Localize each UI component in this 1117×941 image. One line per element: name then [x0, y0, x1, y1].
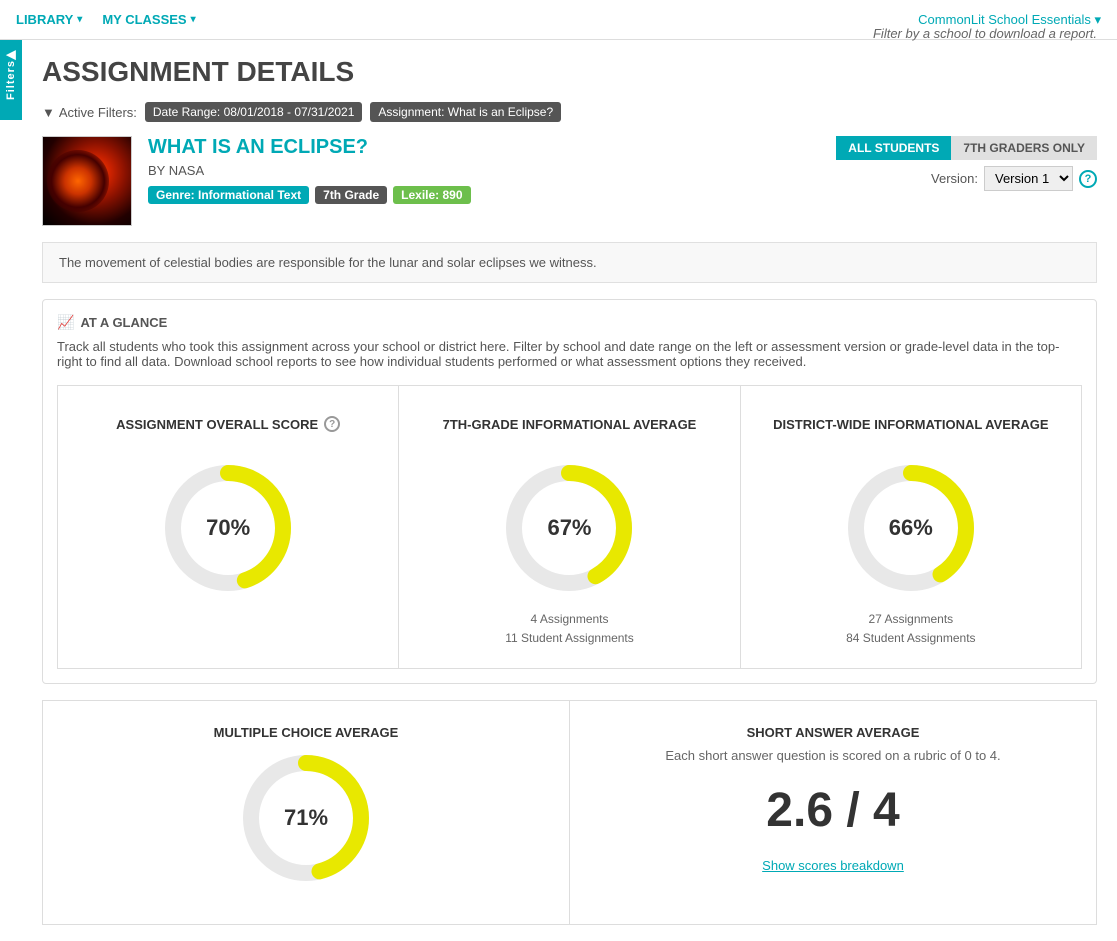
assignment-image	[42, 136, 132, 226]
donut-7th-grade-label: 67%	[547, 515, 591, 541]
score-card-overall: ASSIGNMENT OVERALL SCORE ? 70%	[58, 386, 399, 668]
nav-left: LIBRARY ▾ MY CLASSES ▾	[16, 12, 196, 27]
score-meta-district: 27 Assignments 84 Student Assignments	[757, 610, 1065, 648]
eclipse-thumbnail	[43, 137, 131, 225]
filter-tag-date[interactable]: Date Range: 08/01/2018 - 07/31/2021	[145, 102, 363, 122]
glance-header: 📈 AT A GLANCE	[57, 314, 1082, 331]
nav-my-classes[interactable]: MY CLASSES ▾	[102, 12, 195, 27]
short-answer-title: SHORT ANSWER AVERAGE	[586, 725, 1080, 740]
nav-my-classes-arrow: ▾	[191, 14, 196, 25]
active-filters-bar: ▼ Active Filters: Date Range: 08/01/2018…	[42, 102, 1097, 122]
score-meta-7th-grade: 4 Assignments 11 Student Assignments	[415, 610, 723, 648]
version-label: Version:	[931, 171, 978, 186]
filter-note: Filter by a school to download a report.	[873, 26, 1097, 41]
btn-all-students[interactable]: ALL STUDENTS	[836, 136, 951, 160]
student-filter-buttons: ALL STUDENTS 7TH GRADERS ONLY	[836, 136, 1097, 160]
donut-overall-label: 70%	[206, 515, 250, 541]
main-content: ASSIGNMENT DETAILS Filter by a school to…	[22, 40, 1117, 941]
active-filters-label: ▼ Active Filters:	[42, 105, 137, 120]
funnel-icon: ▼	[42, 105, 55, 120]
score-card-7th-grade: 7TH-GRADE INFORMATIONAL AVERAGE 67% 4 As…	[399, 386, 740, 668]
short-answer-score: 2.6 / 4	[586, 783, 1080, 838]
tag-genre: Genre: Informational Text	[148, 186, 309, 204]
score-card-7th-grade-title: 7TH-GRADE INFORMATIONAL AVERAGE	[415, 406, 723, 442]
nav-my-classes-label: MY CLASSES	[102, 12, 186, 27]
filter-tag-assignment[interactable]: Assignment: What is an Eclipse?	[370, 102, 561, 122]
version-row: Version: Version 1 ?	[931, 166, 1097, 191]
donut-multiple-choice: 71%	[236, 748, 376, 888]
show-scores-breakdown-link[interactable]: Show scores breakdown	[586, 858, 1080, 873]
multiple-choice-title: MULTIPLE CHOICE AVERAGE	[59, 725, 553, 740]
donut-7th-grade: 67%	[499, 458, 639, 598]
bottom-card-short-answer: SHORT ANSWER AVERAGE Each short answer q…	[570, 701, 1096, 924]
donut-overall: 70%	[158, 458, 298, 598]
assignment-card: WHAT IS AN ECLIPSE? BY NASA Genre: Infor…	[42, 136, 1097, 226]
tag-grade: 7th Grade	[315, 186, 387, 204]
nav-library-label: LIBRARY	[16, 12, 73, 27]
donut-district-label: 66%	[889, 515, 933, 541]
student-filter-controls: ALL STUDENTS 7TH GRADERS ONLY Version: V…	[836, 136, 1097, 191]
nav-library[interactable]: LIBRARY ▾	[16, 12, 82, 27]
filters-label: Filters	[5, 60, 17, 100]
chart-icon: 📈	[57, 314, 74, 331]
glance-description: Track all students who took this assignm…	[57, 339, 1082, 369]
short-answer-desc: Each short answer question is scored on …	[586, 748, 1080, 763]
glance-section: 📈 AT A GLANCE Track all students who too…	[42, 299, 1097, 684]
page-title: ASSIGNMENT DETAILS	[42, 56, 354, 88]
filters-sidebar-toggle[interactable]: ▶ Filters	[0, 40, 22, 120]
version-help-icon[interactable]: ?	[1079, 170, 1097, 188]
bottom-cards: MULTIPLE CHOICE AVERAGE 71% SHORT ANSWER…	[42, 700, 1097, 925]
nav-library-arrow: ▾	[77, 14, 82, 25]
btn-7th-graders[interactable]: 7TH GRADERS ONLY	[951, 136, 1097, 160]
assignment-description: The movement of celestial bodies are res…	[42, 242, 1097, 283]
donut-district: 66%	[841, 458, 981, 598]
overall-help-icon[interactable]: ?	[324, 416, 340, 432]
score-cards: ASSIGNMENT OVERALL SCORE ? 70% 7TH-GRADE…	[57, 385, 1082, 669]
score-card-district-title: DISTRICT-WIDE INFORMATIONAL AVERAGE	[757, 406, 1065, 442]
bottom-card-multiple-choice: MULTIPLE CHOICE AVERAGE 71%	[43, 701, 570, 924]
score-card-overall-title: ASSIGNMENT OVERALL SCORE ?	[74, 406, 382, 442]
score-card-district: DISTRICT-WIDE INFORMATIONAL AVERAGE 66% …	[741, 386, 1081, 668]
version-select[interactable]: Version 1	[984, 166, 1073, 191]
tag-lexile: Lexile: 890	[393, 186, 470, 204]
donut-mc-label: 71%	[284, 805, 328, 831]
